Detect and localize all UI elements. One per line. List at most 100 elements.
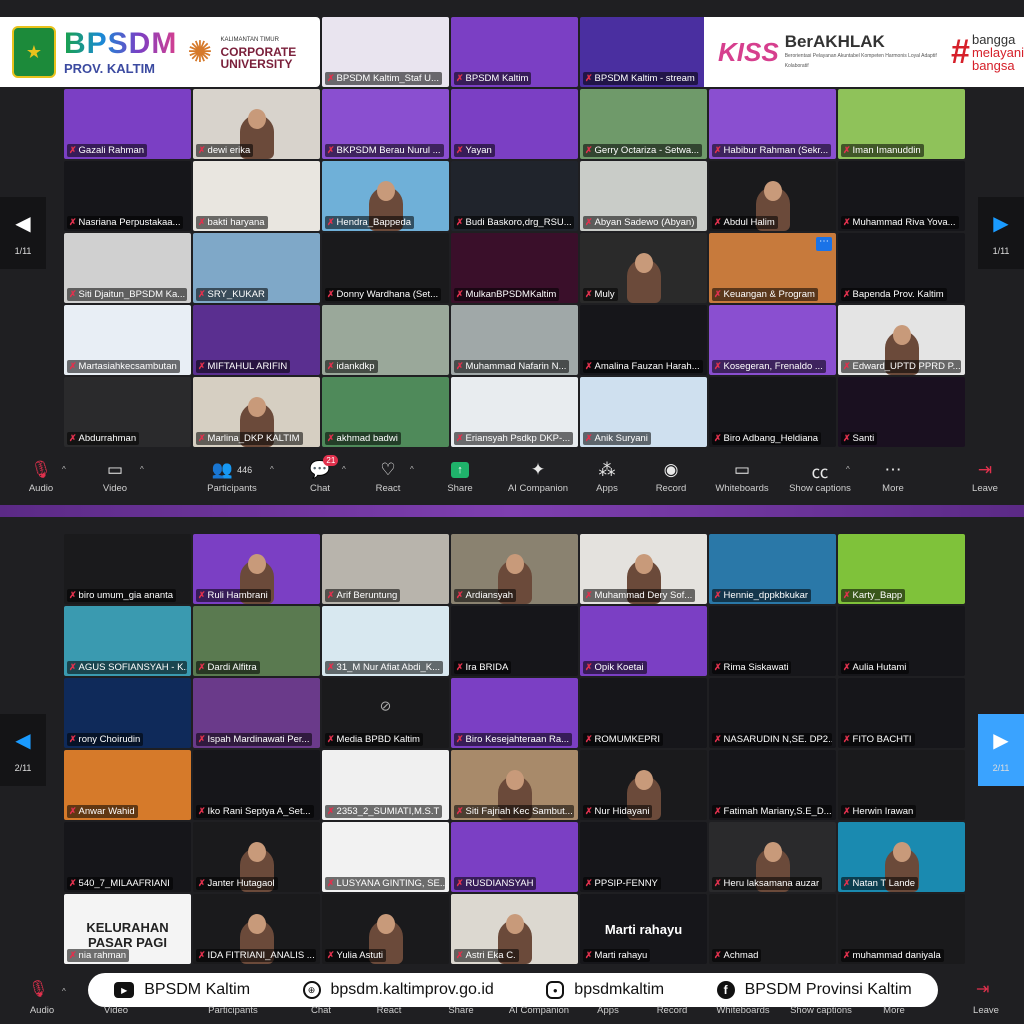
participant-video-tile[interactable]: ✗ 2353_2_SUMIATI,M.S.T [322,750,449,820]
participant-video-tile[interactable]: ✗ Abdul Halim [709,161,836,231]
chat-button[interactable]: 💬 21 Chat [285,455,355,494]
participant-video-tile[interactable]: ✗ Natan T Lande [838,822,965,892]
chat-options-caret[interactable]: ^ [342,465,346,474]
leave-label[interactable]: Leave [946,1005,1024,1016]
participant-video-tile[interactable]: ✗ Iman Imanuddin [838,89,965,159]
participant-video-tile[interactable]: ✗ Santi [838,377,965,447]
leave-button[interactable]: ⇥ Leave [950,457,1020,494]
participant-video-tile[interactable]: ✗ Muhammad Riva Yova... [838,161,965,231]
participant-video-tile[interactable]: ✗ ROMUMKEPRI [580,678,707,748]
participant-video-tile[interactable]: ✗ Fatimah Mariany,S.E_D... [709,750,836,820]
mic-off-icon[interactable]: 🎙 [28,979,48,999]
youtube-link[interactable]: ▶ BPSDM Kaltim [114,981,250,999]
participant-video-tile[interactable]: ✗ Martasiahkecsambutan [64,305,191,375]
more-label[interactable]: More [854,1005,934,1016]
share-label[interactable]: Share [421,1005,501,1016]
participant-video-tile[interactable]: ✗ AGUS SOFIANSYAH - K... [64,606,191,676]
participant-video-tile[interactable]: ✗ PPSIP-FENNY [580,822,707,892]
video-options-caret[interactable]: ^ [140,465,144,474]
apps-button[interactable]: ⁂ Apps [572,457,642,494]
participant-video-tile[interactable]: ✗ Dardi Alfitra [193,606,320,676]
participant-video-tile[interactable]: ✗ IDA FITRIANI_ANALIS ... [193,894,320,964]
participant-video-tile[interactable]: ✗ BPSDM Kaltim [451,17,578,87]
captions-button[interactable]: ㏄ Show captions [785,457,855,495]
tile-options-icon[interactable]: ⋯ [816,237,832,251]
participant-video-tile[interactable]: ✗ BPSDM Kaltim - stream [580,17,707,87]
participant-video-tile[interactable]: ✗ Abyan Sadewo (Abyan) [580,161,707,231]
prev-page-button[interactable]: ◀ 2/11 [0,714,46,786]
participant-video-tile[interactable]: ✗ Hennie_dppkbkukar [709,534,836,604]
participant-video-tile[interactable]: ✗ MulkanBPSDMKaltim [451,233,578,303]
participant-video-tile[interactable]: ✗ Rima Siskawati [709,606,836,676]
participant-video-tile[interactable]: ✗ Muhammad Nafarin N... [451,305,578,375]
participant-video-tile[interactable]: ✗ Arif Beruntung [322,534,449,604]
participant-video-tile[interactable]: ✗ Siti Fajriah Kec Sambut... [451,750,578,820]
whiteboards-button[interactable]: ▭ Whiteboards [707,457,777,494]
video-button[interactable]: ▭ Video [80,457,150,494]
audio-label[interactable]: Audio [2,1005,82,1016]
participant-video-tile[interactable]: ✗ Opik Koetai [580,606,707,676]
participant-video-tile[interactable]: ✗ Yulia Astuti [322,894,449,964]
captions-options-caret[interactable]: ^ [846,465,850,474]
participant-video-tile[interactable]: ✗ Janter Hutagaol [193,822,320,892]
participant-video-tile[interactable]: ✗ idankdkp [322,305,449,375]
participant-video-tile[interactable]: ✗ muhammad daniyala [838,894,965,964]
participant-video-tile[interactable]: ✗ FITO BACHTI [838,678,965,748]
react-options-caret[interactable]: ^ [410,465,414,474]
participant-video-tile[interactable]: ✗ Eriansyah Psdkp DKP-... [451,377,578,447]
participant-video-tile[interactable]: ✗ Ardiansyah [451,534,578,604]
audio-options-caret[interactable]: ^ [62,987,66,996]
participant-video-tile[interactable]: ✗ 540_7_MILAAFRIANI [64,822,191,892]
participant-video-tile[interactable]: ✗ RUSDIANSYAH [451,822,578,892]
participant-video-tile[interactable]: ✗ SRY_KUKAR [193,233,320,303]
participants-label[interactable]: Participants [193,1005,273,1016]
record-label[interactable]: Record [632,1005,712,1016]
participant-video-tile[interactable]: ✗ akhmad badwi [322,377,449,447]
participant-video-tile[interactable]: ✗ bakti haryana [193,161,320,231]
participant-video-tile[interactable]: ✗ Astri Eka C. [451,894,578,964]
leave-icon[interactable]: ⇥ [976,979,989,999]
participant-video-tile[interactable]: ✗ MIFTAHUL ARIFIN [193,305,320,375]
participant-video-tile[interactable]: ✗ rony Choirudin [64,678,191,748]
more-button[interactable]: ⋯ More [858,457,928,494]
ai-companion-label[interactable]: AI Companion [499,1005,579,1016]
website-link[interactable]: ⊕ bpsdm.kaltimprov.go.id [302,981,494,999]
participant-video-tile[interactable]: ✗ BPSDM Kaltim_Staf U... [322,17,449,87]
audio-button[interactable]: 🎙 Audio [6,457,76,494]
participant-video-tile[interactable]: ✗ Ispah Mardinawati Per... [193,678,320,748]
prev-page-button[interactable]: ◀ 1/11 [0,197,46,269]
participant-video-tile[interactable]: ✗ Nasriana Perpustakaa... [64,161,191,231]
facebook-link[interactable]: f BPSDM Provinsi Kaltim [716,981,912,999]
participant-video-tile[interactable]: ✗ Karty_Bapp [838,534,965,604]
participant-video-tile[interactable]: ✗ Bapenda Prov. Kaltim [838,233,965,303]
whiteboards-label[interactable]: Whiteboards [703,1005,783,1016]
participant-video-tile[interactable]: ✗ Ruli Hambrani [193,534,320,604]
participant-video-tile[interactable]: ✗ Donny Wardhana (Set... [322,233,449,303]
next-page-button[interactable]: ▶ 2/11 [978,714,1024,786]
video-label[interactable]: Video [76,1005,156,1016]
participant-video-tile[interactable]: ✗ Amalina Fauzan Harah... [580,305,707,375]
participant-video-tile[interactable]: ✗ Budi Baskoro,drg_RSU... [451,161,578,231]
participant-video-tile[interactable]: ✗ Kosegeran, Frenaldo ... [709,305,836,375]
participant-video-tile[interactable]: ✗ Muhammad Dery Sof... [580,534,707,604]
record-button[interactable]: ◉ Record [636,457,706,494]
instagram-link[interactable]: ● bpsdmkaltim [546,981,664,999]
participant-video-tile[interactable]: ✗ Nur Hidayani [580,750,707,820]
participant-video-tile[interactable]: ✗ Gerry Octariza - Setwa... [580,89,707,159]
next-page-button[interactable]: ▶ 1/11 [978,197,1024,269]
participant-video-tile[interactable]: ✗ 31_M Nur Afiat Abdi_K... [322,606,449,676]
participant-video-tile[interactable]: ✗ Herwin Irawan [838,750,965,820]
participants-button[interactable]: 👥 446 Participants [197,457,267,494]
participant-video-tile[interactable]: ✗ BKPSDM Berau Nurul ... [322,89,449,159]
participant-video-tile[interactable]: ✗ NASARUDIN N,SE. DP2... [709,678,836,748]
participant-video-tile[interactable]: ✗ Anik Suryani [580,377,707,447]
share-button[interactable]: ↑ Share [425,457,495,494]
participant-video-tile[interactable]: ✗ dewi erika [193,89,320,159]
participant-video-tile[interactable]: Marti rahayu ✗ Marti rahayu [580,894,707,964]
participant-video-tile[interactable]: ⊘ ✗ Media BPBD Kaltim [322,678,449,748]
participant-video-tile[interactable]: ✗ Iko Rani Septya A_Set... [193,750,320,820]
react-button[interactable]: ♡ React [353,457,423,494]
participant-video-tile[interactable]: ✗ Gazali Rahman [64,89,191,159]
participant-video-tile[interactable]: ✗ biro umum_gia ananta [64,534,191,604]
react-label[interactable]: React [349,1005,429,1016]
